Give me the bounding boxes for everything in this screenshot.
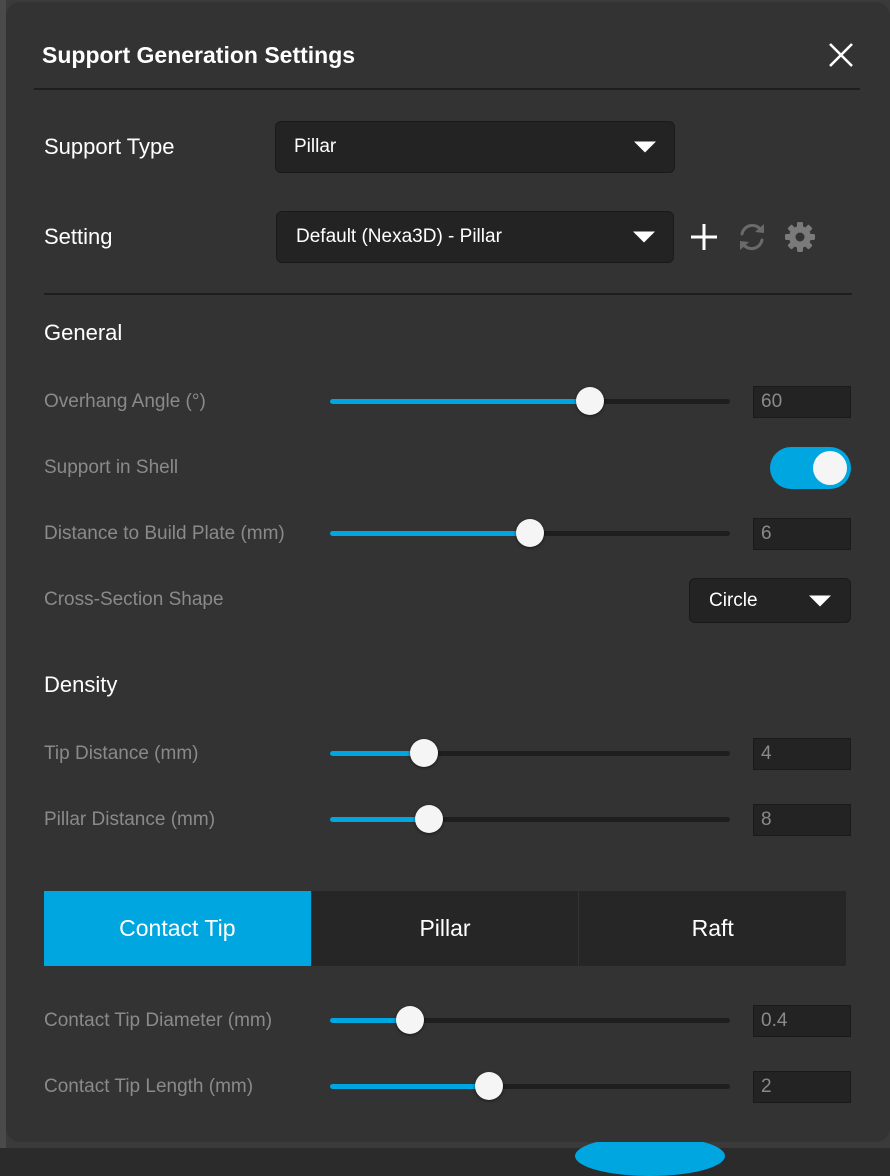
slider-thumb[interactable] bbox=[516, 519, 544, 547]
plus-icon[interactable] bbox=[688, 221, 720, 253]
distance-to-build-plate-input[interactable] bbox=[753, 518, 851, 550]
support-part-tabs: Contact Tip Pillar Raft bbox=[44, 891, 847, 966]
backdrop-handle bbox=[575, 1136, 725, 1176]
tip-distance-label: Tip Distance (mm) bbox=[44, 743, 199, 764]
setting-value: Default (Nexa3D) - Pillar bbox=[296, 226, 502, 247]
dialog-title: Support Generation Settings bbox=[42, 42, 356, 68]
gear-icon[interactable] bbox=[784, 221, 816, 253]
pillar-distance-slider[interactable] bbox=[330, 804, 730, 834]
support-type-label: Support Type bbox=[44, 134, 175, 159]
tab-pillar[interactable]: Pillar bbox=[310, 891, 579, 966]
close-icon[interactable] bbox=[824, 38, 858, 72]
header-divider bbox=[34, 88, 860, 90]
overhang-angle-label: Overhang Angle (°) bbox=[44, 391, 206, 412]
pillar-distance-input[interactable] bbox=[753, 804, 851, 836]
support-settings-dialog: Support Generation Settings Support Type… bbox=[6, 2, 890, 1142]
slider-thumb[interactable] bbox=[410, 739, 438, 767]
contact-tip-length-input[interactable] bbox=[753, 1071, 851, 1103]
chevron-down-icon bbox=[633, 231, 655, 243]
chevron-down-icon bbox=[809, 595, 831, 606]
cross-section-shape-value: Circle bbox=[709, 589, 758, 611]
slider-fill bbox=[330, 1084, 489, 1089]
overhang-angle-slider[interactable] bbox=[330, 386, 730, 416]
tab-contact-tip[interactable]: Contact Tip bbox=[44, 891, 311, 966]
settings-divider bbox=[44, 293, 852, 295]
overhang-angle-input[interactable] bbox=[753, 386, 851, 418]
slider-thumb[interactable] bbox=[414, 805, 443, 833]
support-type-value: Pillar bbox=[294, 136, 337, 157]
cross-section-shape-dropdown[interactable]: Circle bbox=[689, 578, 851, 623]
contact-tip-diameter-slider[interactable] bbox=[330, 1005, 730, 1035]
toggle-knob bbox=[813, 451, 847, 485]
slider-fill bbox=[330, 817, 429, 822]
contact-tip-diameter-input[interactable] bbox=[753, 1005, 851, 1037]
slider-thumb[interactable] bbox=[396, 1006, 424, 1034]
setting-label: Setting bbox=[44, 224, 113, 249]
cross-section-shape-label: Cross-Section Shape bbox=[44, 589, 224, 610]
tab-raft[interactable]: Raft bbox=[578, 891, 847, 966]
contact-tip-length-label: Contact Tip Length (mm) bbox=[44, 1076, 254, 1097]
contact-tip-length-slider[interactable] bbox=[330, 1071, 730, 1101]
support-in-shell-label: Support in Shell bbox=[44, 457, 179, 478]
tip-distance-slider[interactable] bbox=[330, 738, 730, 768]
slider-fill bbox=[330, 531, 530, 536]
slider-thumb[interactable] bbox=[576, 387, 604, 415]
tip-distance-input[interactable] bbox=[753, 738, 851, 770]
refresh-icon[interactable] bbox=[736, 221, 768, 253]
slider-fill bbox=[330, 399, 590, 404]
support-type-dropdown[interactable]: Pillar bbox=[275, 121, 675, 173]
support-in-shell-toggle[interactable] bbox=[770, 447, 851, 489]
contact-tip-diameter-label: Contact Tip Diameter (mm) bbox=[44, 1010, 273, 1031]
distance-to-build-plate-label: Distance to Build Plate (mm) bbox=[44, 523, 285, 544]
distance-to-build-plate-slider[interactable] bbox=[330, 518, 730, 548]
slider-thumb[interactable] bbox=[474, 1072, 503, 1100]
general-section-title: General bbox=[44, 320, 123, 345]
chevron-down-icon bbox=[634, 141, 656, 153]
pillar-distance-label: Pillar Distance (mm) bbox=[44, 809, 216, 830]
setting-dropdown[interactable]: Default (Nexa3D) - Pillar bbox=[276, 211, 674, 263]
density-section-title: Density bbox=[44, 672, 118, 697]
